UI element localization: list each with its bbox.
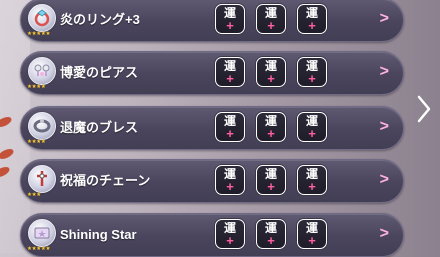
equipment-row[interactable]: ★★★★ 博愛のピアス 運 + 運 + 運 + > <box>20 51 404 95</box>
luck-slot-button[interactable]: 運 + <box>215 112 245 142</box>
luck-slot-button[interactable]: 運 + <box>215 4 245 34</box>
plus-icon: + <box>226 18 234 33</box>
item-name: Shining Star <box>60 227 137 242</box>
plus-icon: + <box>308 71 316 86</box>
star-card-icon <box>28 219 56 247</box>
plus-icon: + <box>226 233 234 248</box>
next-page-arrow-icon[interactable] <box>416 95 432 123</box>
luck-slot-button[interactable]: 運 + <box>256 219 286 249</box>
plus-icon: + <box>226 179 234 194</box>
luck-slot-button[interactable]: 運 + <box>297 165 327 195</box>
rarity-stars: ★★★ <box>27 192 41 198</box>
bracelet-icon <box>28 112 56 140</box>
equipment-row[interactable]: ★★★ 祝福のチェーン 運 + 運 + 運 + > <box>20 159 404 203</box>
plus-icon: + <box>267 233 275 248</box>
luck-slot-button[interactable]: 運 + <box>297 112 327 142</box>
ring-icon <box>28 4 56 32</box>
rarity-stars: ★★★★★ <box>27 31 51 37</box>
earring-icon <box>28 57 56 85</box>
luck-slot-button[interactable]: 運 + <box>215 57 245 87</box>
luck-slot-button[interactable]: 運 + <box>297 4 327 34</box>
luck-slot-button[interactable]: 運 + <box>297 57 327 87</box>
item-name: 退魔のブレス <box>60 120 139 135</box>
chevron-right-icon[interactable]: > <box>380 160 389 202</box>
luck-slot-button[interactable]: 運 + <box>256 112 286 142</box>
luck-slot-button[interactable]: 運 + <box>297 219 327 249</box>
plus-icon: + <box>267 126 275 141</box>
item-name: 炎のリング+3 <box>60 12 140 27</box>
rarity-stars: ★★★★★ <box>27 246 51 252</box>
item-name: 博愛のピアス <box>60 65 139 80</box>
luck-slot-button[interactable]: 運 + <box>256 57 286 87</box>
chevron-right-icon[interactable]: > <box>380 52 389 94</box>
chain-icon <box>28 165 56 193</box>
luck-slot-button[interactable]: 運 + <box>256 4 286 34</box>
equipment-row[interactable]: ★★★★★ Shining Star 運 + 運 + 運 + > <box>20 213 404 257</box>
chevron-right-icon[interactable]: > <box>380 107 389 149</box>
luck-slot-button[interactable]: 運 + <box>215 165 245 195</box>
plus-icon: + <box>308 179 316 194</box>
plus-icon: + <box>267 18 275 33</box>
plus-icon: + <box>267 71 275 86</box>
chevron-right-icon[interactable]: > <box>380 214 389 256</box>
plus-icon: + <box>308 233 316 248</box>
equipment-row[interactable]: ★★★★ 退魔のブレス 運 + 運 + 運 + > <box>20 106 404 150</box>
luck-slot-button[interactable]: 運 + <box>215 219 245 249</box>
plus-icon: + <box>226 71 234 86</box>
plus-icon: + <box>308 18 316 33</box>
equipment-row[interactable]: ★★★★★ 炎のリング+3 運 + 運 + 運 + > <box>20 0 404 42</box>
item-name: 祝福のチェーン <box>60 173 151 188</box>
plus-icon: + <box>267 179 275 194</box>
chevron-right-icon[interactable]: > <box>380 0 389 41</box>
plus-icon: + <box>226 126 234 141</box>
plus-icon: + <box>308 126 316 141</box>
luck-slot-button[interactable]: 運 + <box>256 165 286 195</box>
rarity-stars: ★★★★ <box>27 139 46 145</box>
rarity-stars: ★★★★ <box>27 84 46 90</box>
